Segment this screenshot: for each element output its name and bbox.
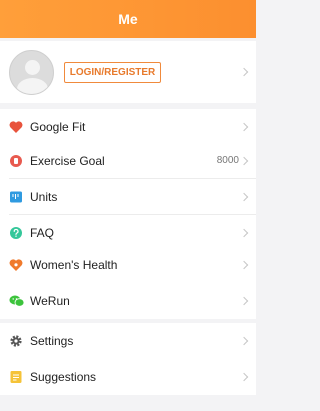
exercise-goal-value: 8000 (216, 155, 239, 166)
chevron-right-icon (239, 228, 249, 238)
gear-icon (9, 334, 23, 348)
page-title: Me (0, 0, 256, 38)
profile-card[interactable]: LOGIN/REGISTER (0, 41, 256, 103)
flower-heart-icon (9, 258, 23, 272)
menu-item-womens-health[interactable]: Women's Health (0, 247, 256, 283)
menu-item-label: FAQ (30, 226, 55, 240)
menu-item-label: Google Fit (30, 120, 86, 134)
chevron-right-icon (239, 296, 249, 306)
menu-item-settings[interactable]: Settings (0, 323, 256, 359)
chevron-right-icon (239, 156, 249, 166)
menu-item-suggestions[interactable]: Suggestions (0, 359, 256, 395)
avatar-head (25, 60, 40, 75)
chevron-right-icon (239, 192, 249, 202)
target-icon (9, 154, 23, 168)
wechat-icon (9, 294, 25, 308)
menu-item-faq[interactable]: FAQ (0, 215, 256, 251)
chevron-right-icon (239, 260, 249, 270)
menu-item-werun[interactable]: WeRun (0, 283, 256, 319)
chevron-right-icon (239, 336, 249, 346)
heart-icon (9, 120, 23, 134)
menu-item-label: Units (30, 190, 58, 204)
chevron-right-icon (239, 122, 249, 132)
chevron-right-icon (239, 372, 249, 382)
avatar[interactable] (9, 50, 54, 95)
menu-item-google-fit[interactable]: Google Fit (0, 109, 256, 145)
menu-item-label: Exercise Goal (30, 154, 105, 168)
menu-item-label: Settings (30, 334, 74, 348)
menu-item-units[interactable]: Units (0, 179, 256, 215)
menu-item-label: WeRun (30, 294, 70, 308)
ruler-icon (9, 190, 23, 204)
chevron-right-icon (239, 67, 249, 77)
login-register-button[interactable]: LOGIN/REGISTER (64, 62, 161, 83)
menu-item-exercise-goal[interactable]: Exercise Goal 8000 (0, 143, 256, 179)
menu-item-label: Women's Health (30, 258, 118, 272)
menu-item-label: Suggestions (30, 370, 97, 384)
avatar-body (17, 78, 48, 94)
note-icon (9, 370, 23, 384)
question-icon (9, 226, 23, 240)
